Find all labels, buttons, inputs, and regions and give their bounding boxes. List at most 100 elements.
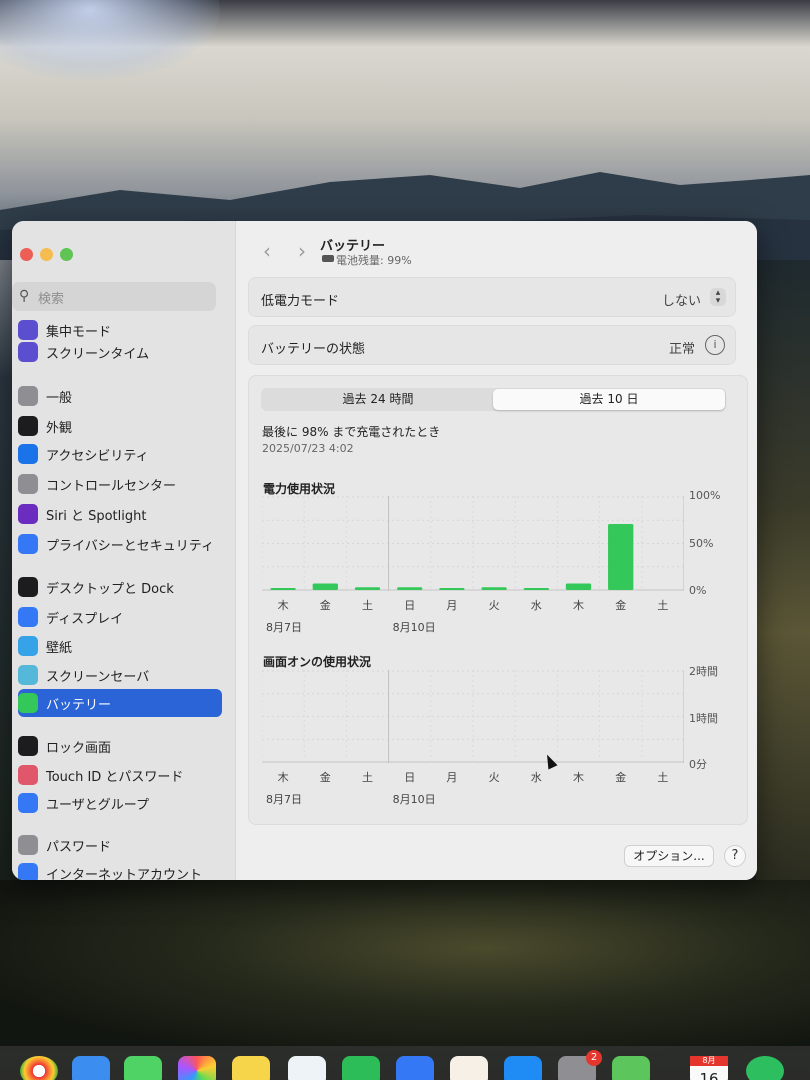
sidebar-item-label: Siri と Spotlight	[46, 508, 147, 524]
y-tick-label: 0%	[689, 584, 707, 597]
notification-badge: 2	[586, 1050, 602, 1066]
x-tick-label: 火	[488, 771, 500, 784]
sidebar-item-label: 壁紙	[46, 640, 73, 656]
numbers-app-icon[interactable]	[342, 1056, 380, 1080]
x-tick-label: 水	[530, 771, 542, 784]
pages-app-icon[interactable]	[450, 1056, 488, 1080]
fingerprint-icon	[18, 765, 38, 785]
photos-app-icon[interactable]	[178, 1056, 216, 1080]
sidebar-item-label: デスクトップと Dock	[46, 581, 174, 597]
close-window-button[interactable]	[20, 248, 33, 261]
x-tick-label: 木	[573, 771, 584, 784]
sidebar-item-label: 集中モード	[46, 324, 112, 340]
sidebar-item[interactable]: アクセシビリティ	[18, 440, 222, 468]
options-button[interactable]: オプション...	[624, 845, 714, 867]
date-label: 8月10日	[392, 793, 436, 806]
sidebar-item[interactable]: バッテリー	[18, 689, 222, 717]
sidebar-item[interactable]: ユーザとグループ	[18, 789, 222, 817]
bar	[608, 523, 634, 590]
zoom-window-button[interactable]	[60, 248, 73, 261]
low-power-mode-select[interactable]: しない	[662, 290, 701, 309]
chevron-updown-icon[interactable]: ▴ ▾	[710, 288, 726, 306]
x-tick-label: 木	[277, 599, 289, 612]
y-tick-label: 0分	[689, 758, 707, 771]
notes-app-icon[interactable]	[232, 1056, 270, 1080]
x-tick-label: 火	[488, 599, 500, 612]
sidebar-item-label: ロック画面	[46, 740, 112, 756]
sidebar-item[interactable]: スクリーンセーバ	[18, 661, 222, 689]
evernote-app-icon[interactable]	[746, 1056, 784, 1080]
date-label: 8月10日	[392, 621, 436, 634]
battery-icon	[18, 693, 38, 713]
desktop-icon	[18, 577, 38, 597]
siri-icon	[18, 504, 38, 524]
sidebar-item[interactable]: ディスプレイ	[18, 603, 222, 631]
sidebar-item-label: スクリーンセーバ	[46, 669, 150, 685]
users-icon	[18, 793, 38, 813]
sidebar: ⚲ 検索 集中モードスクリーンタイム 一般外観アクセシビリティコントロールセンター…	[12, 221, 236, 880]
calendar-day: 16	[699, 1070, 719, 1080]
sidebar-item-label: スクリーンタイム	[46, 346, 150, 362]
sidebar-item-label: コントロールセンター	[46, 478, 177, 494]
freeform-app-icon[interactable]	[288, 1056, 326, 1080]
control-center-icon	[18, 474, 38, 494]
sidebar-item[interactable]: パスワード	[18, 831, 222, 859]
sidebar-item[interactable]: 壁紙	[18, 632, 222, 660]
sidebar-item-label: パスワード	[46, 839, 112, 855]
sidebar-item[interactable]: スクリーンタイム	[18, 338, 222, 366]
bar	[439, 588, 465, 590]
sidebar-item[interactable]: ロック画面	[18, 732, 222, 760]
chrome-app-icon[interactable]	[20, 1056, 58, 1080]
keynote-app-icon[interactable]	[396, 1056, 434, 1080]
bar	[481, 587, 507, 590]
x-tick-label: 土	[362, 599, 373, 612]
mail-app-icon[interactable]	[72, 1056, 110, 1080]
screen-on-usage-chart	[262, 670, 684, 763]
sidebar-item[interactable]: インターネットアカウント	[18, 859, 222, 880]
app-store-icon[interactable]	[504, 1056, 542, 1080]
sidebar-item[interactable]: コントロールセンター	[18, 470, 222, 498]
flower-icon	[18, 636, 38, 656]
x-tick-label: 土	[657, 599, 669, 612]
x-tick-label: 土	[362, 771, 373, 784]
x-tick-label: 水	[530, 599, 542, 612]
help-button[interactable]: ?	[724, 845, 746, 867]
x-tick-label: 月	[446, 771, 458, 784]
y-tick-label: 100%	[689, 489, 721, 502]
battery-level-text: 電池残量: 99%	[336, 254, 412, 267]
bar	[565, 583, 592, 590]
forward-button[interactable]: ›	[298, 239, 306, 263]
hourglass-icon	[18, 342, 38, 362]
sidebar-item[interactable]: 一般	[18, 382, 222, 410]
x-tick-label: 木	[277, 771, 289, 784]
x-tick-label: 金	[615, 771, 627, 784]
sidebar-item[interactable]: Touch ID とパスワード	[18, 761, 222, 789]
last-charged-label: 最後に 98% まで充電されたとき	[262, 425, 441, 439]
calendar-app-icon[interactable]: 8月 16	[690, 1056, 728, 1080]
sidebar-item[interactable]: Siri と Spotlight	[18, 500, 222, 528]
sidebar-item[interactable]: 外観	[18, 412, 222, 440]
screen-on-usage-title: 画面オンの使用状況	[263, 655, 372, 669]
sidebar-item[interactable]: プライバシーとセキュリティ	[18, 530, 222, 558]
screensaver-icon	[18, 665, 38, 685]
search-field[interactable]: ⚲ 検索	[12, 282, 216, 311]
appearance-icon	[18, 416, 38, 436]
maps-app-icon[interactable]	[612, 1056, 650, 1080]
battery-health-label: バッテリーの状態	[261, 342, 366, 357]
battery-icon	[322, 255, 334, 262]
tab-last-10-days[interactable]: 過去 10 日	[493, 389, 725, 410]
sidebar-item-label: 外観	[46, 420, 73, 436]
minimize-window-button[interactable]	[40, 248, 53, 261]
tab-last-24-hours[interactable]: 過去 24 時間	[262, 389, 494, 410]
sidebar-item-label: 一般	[46, 390, 73, 406]
messages-app-icon[interactable]	[124, 1056, 162, 1080]
system-settings-app-icon[interactable]: 2	[558, 1050, 602, 1080]
x-tick-label: 金	[319, 599, 331, 612]
back-button[interactable]: ‹	[263, 239, 271, 263]
info-icon[interactable]: i	[705, 335, 725, 355]
y-tick-label: 2時間	[689, 665, 718, 678]
sidebar-item[interactable]: デスクトップと Dock	[18, 573, 222, 601]
sidebar-item-label: アクセシビリティ	[46, 448, 149, 464]
search-placeholder: 検索	[38, 292, 65, 307]
low-power-mode-row: 低電力モード しない ▴ ▾	[248, 277, 736, 317]
